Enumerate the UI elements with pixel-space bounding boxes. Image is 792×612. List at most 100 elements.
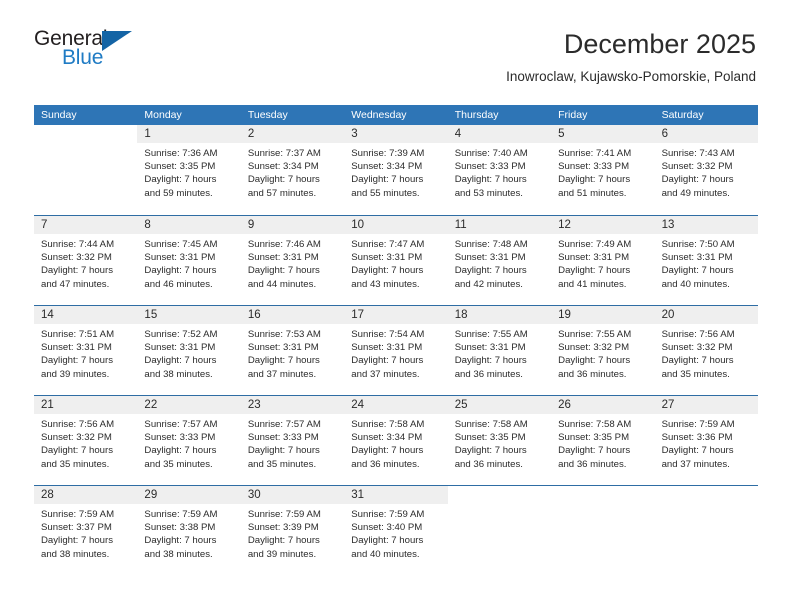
- sunset-time: Sunset: 3:31 PM: [454, 342, 526, 354]
- day-number: 20: [654, 306, 758, 324]
- day-number: 8: [137, 216, 241, 234]
- brand-logo[interactable]: General Blue: [34, 28, 146, 74]
- calendar-day-cell[interactable]: 7 Sunrise: 7:44 AM Sunset: 3:32 PM Daylight…: [34, 216, 138, 305]
- calendar-day-cell[interactable]: 11 Sunrise: 7:48 AM Sunset: 3:31 PM Dayligh…: [447, 216, 552, 305]
- daylight-duration-line1: Daylight: 7 hours: [144, 535, 217, 547]
- day-sun-info: Sunrise: 7:45 AM Sunset: 3:31 PM Daylight:…: [137, 234, 240, 291]
- day-number: 15: [137, 306, 241, 324]
- daylight-duration-line2: and 57 minutes.: [247, 187, 317, 199]
- sunrise-time: Sunrise: 7:56 AM: [661, 329, 735, 340]
- calendar-day-cell[interactable]: 3 Sunrise: 7:39 AM Sunset: 3:34 PM Daylight…: [344, 125, 448, 215]
- calendar-day-cell[interactable]: 13 Sunrise: 7:50 AM Sunset: 3:31 PM Dayligh…: [654, 216, 758, 305]
- day-sun-info: Sunrise: 7:43 AM Sunset: 3:32 PM Daylight:…: [655, 143, 758, 200]
- calendar-week-row: 28 Sunrise: 7:59 AM Sunset: 3:37 PM Dayligh…: [34, 485, 758, 575]
- daylight-duration-line2: and 37 minutes.: [661, 458, 730, 470]
- sunrise-time: Sunrise: 7:41 AM: [558, 148, 632, 159]
- calendar-day-cell[interactable]: 9 Sunrise: 7:46 AM Sunset: 3:31 PM Daylight…: [240, 216, 345, 305]
- sunrise-time: Sunrise: 7:40 AM: [454, 148, 528, 159]
- calendar-day-cell[interactable]: 20 Sunrise: 7:56 AM Sunset: 3:32 PM Dayligh…: [654, 306, 758, 395]
- daylight-duration-line1: Daylight: 7 hours: [454, 265, 527, 277]
- calendar-day-cell[interactable]: 25 Sunrise: 7:58 AM Sunset: 3:35 PM Dayligh…: [447, 396, 552, 485]
- sunset-time: Sunset: 3:34 PM: [247, 161, 319, 173]
- daylight-duration-line1: Daylight: 7 hours: [247, 174, 320, 186]
- calendar-day-cell[interactable]: 24 Sunrise: 7:58 AM Sunset: 3:34 PM Dayligh…: [344, 396, 448, 485]
- calendar-day-cell[interactable]: 22 Sunrise: 7:57 AM Sunset: 3:33 PM Dayligh…: [137, 396, 241, 485]
- day-sun-info: Sunrise: 7:54 AM Sunset: 3:31 PM Daylight:…: [344, 324, 447, 381]
- daylight-duration-line1: Daylight: 7 hours: [558, 265, 631, 277]
- calendar-day-cell[interactable]: 10 Sunrise: 7:47 AM Sunset: 3:31 PM Dayligh…: [344, 216, 448, 305]
- day-number: 4: [447, 125, 552, 143]
- sunrise-time: Sunrise: 7:50 AM: [661, 239, 735, 250]
- daylight-duration-line1: Daylight: 7 hours: [41, 355, 113, 367]
- weekday-header-row: Sunday Monday Tuesday Wednesday Thursday Frid…: [34, 105, 758, 125]
- calendar-day-cell[interactable]: 12 Sunrise: 7:49 AM Sunset: 3:31 PM Dayligh…: [551, 216, 655, 305]
- day-number: 13: [654, 216, 758, 234]
- calendar-day-cell[interactable]: 29 Sunrise: 7:59 AM Sunset: 3:38 PM Dayligh…: [137, 486, 241, 575]
- calendar-day-cell[interactable]: 19 Sunrise: 7:55 AM Sunset: 3:32 PM Dayligh…: [551, 306, 655, 395]
- sunset-time: Sunset: 3:35 PM: [454, 432, 526, 444]
- calendar-day-cell[interactable]: 5 Sunrise: 7:41 AM Sunset: 3:33 PM Daylight…: [551, 125, 655, 215]
- daylight-duration-line1: Daylight: 7 hours: [41, 535, 113, 547]
- day-number: 9: [240, 216, 345, 234]
- day-sun-info: Sunrise: 7:51 AM Sunset: 3:31 PM Daylight:…: [34, 324, 137, 381]
- calendar-day-cell[interactable]: 1 Sunrise: 7:36 AM Sunset: 3:35 PM Daylight…: [137, 125, 241, 215]
- calendar-page: General Blue December 2025 Inowroclaw, K…: [0, 0, 792, 612]
- calendar-day-cell[interactable]: 26 Sunrise: 7:58 AM Sunset: 3:35 PM Dayligh…: [551, 396, 655, 485]
- daylight-duration-line1: Daylight: 7 hours: [351, 535, 424, 547]
- daylight-duration-line2: and 49 minutes.: [661, 187, 730, 199]
- calendar-day-cell[interactable]: 2 Sunrise: 7:37 AM Sunset: 3:34 PM Daylight…: [240, 125, 345, 215]
- calendar-day-cell[interactable]: 16 Sunrise: 7:53 AM Sunset: 3:31 PM Dayligh…: [240, 306, 345, 395]
- calendar-day-cell[interactable]: 17 Sunrise: 7:54 AM Sunset: 3:31 PM Dayligh…: [344, 306, 448, 395]
- calendar-day-cell[interactable]: 4 Sunrise: 7:40 AM Sunset: 3:33 PM Daylight…: [447, 125, 552, 215]
- calendar-day-cell[interactable]: 14 Sunrise: 7:51 AM Sunset: 3:31 PM Dayligh…: [34, 306, 138, 395]
- day-sun-info: Sunrise: 7:59 AM Sunset: 3:36 PM Daylight:…: [655, 414, 758, 471]
- day-sun-info: Sunrise: 7:56 AM Sunset: 3:32 PM Daylight:…: [34, 414, 137, 471]
- daylight-duration-line1: Daylight: 7 hours: [247, 265, 320, 277]
- daylight-duration-line1: Daylight: 7 hours: [454, 355, 527, 367]
- sunset-time: Sunset: 3:32 PM: [41, 252, 112, 264]
- sunset-time: Sunset: 3:31 PM: [454, 252, 526, 264]
- daylight-duration-line2: and 35 minutes.: [41, 458, 110, 470]
- daylight-duration-line2: and 38 minutes.: [41, 548, 110, 560]
- calendar-day-cell[interactable]: 30 Sunrise: 7:59 AM Sunset: 3:39 PM Dayligh…: [240, 486, 345, 575]
- calendar-day-cell[interactable]: 6 Sunrise: 7:43 AM Sunset: 3:32 PM Daylight…: [654, 125, 758, 215]
- day-sun-info: Sunrise: 7:49 AM Sunset: 3:31 PM Daylight:…: [551, 234, 654, 291]
- calendar-day-cell[interactable]: 15 Sunrise: 7:52 AM Sunset: 3:31 PM Dayligh…: [137, 306, 241, 395]
- daylight-duration-line2: and 51 minutes.: [558, 187, 627, 199]
- sunset-time: Sunset: 3:31 PM: [351, 342, 423, 354]
- sunset-time: Sunset: 3:32 PM: [558, 342, 630, 354]
- sunrise-time: Sunrise: 7:36 AM: [144, 148, 218, 159]
- weekday-header-thursday: Thursday: [454, 109, 499, 121]
- day-sun-info: Sunrise: 7:41 AM Sunset: 3:33 PM Daylight:…: [551, 143, 654, 200]
- sunrise-time: Sunrise: 7:58 AM: [454, 419, 528, 430]
- daylight-duration-line1: Daylight: 7 hours: [144, 174, 217, 186]
- sunrise-time: Sunrise: 7:59 AM: [144, 509, 218, 520]
- day-number: [447, 486, 552, 504]
- calendar-day-cell[interactable]: 21 Sunrise: 7:56 AM Sunset: 3:32 PM Dayligh…: [34, 396, 138, 485]
- daylight-duration-line2: and 36 minutes.: [558, 368, 627, 380]
- daylight-duration-line2: and 36 minutes.: [351, 458, 420, 470]
- daylight-duration-line1: Daylight: 7 hours: [661, 355, 734, 367]
- calendar-day-cell[interactable]: 8 Sunrise: 7:45 AM Sunset: 3:31 PM Daylight…: [137, 216, 241, 305]
- sunrise-time: Sunrise: 7:51 AM: [41, 329, 115, 340]
- calendar-day-cell[interactable]: 18 Sunrise: 7:55 AM Sunset: 3:31 PM Dayligh…: [447, 306, 552, 395]
- calendar-day-cell[interactable]: 23 Sunrise: 7:57 AM Sunset: 3:33 PM Dayligh…: [240, 396, 345, 485]
- day-sun-info: Sunrise: 7:46 AM Sunset: 3:31 PM Daylight:…: [241, 234, 344, 291]
- sunrise-time: Sunrise: 7:46 AM: [247, 239, 321, 250]
- day-sun-info: Sunrise: 7:50 AM Sunset: 3:31 PM Daylight:…: [655, 234, 758, 291]
- calendar-week-row: 7 Sunrise: 7:44 AM Sunset: 3:32 PM Daylight…: [34, 215, 758, 305]
- calendar-day-cell[interactable]: 27 Sunrise: 7:59 AM Sunset: 3:36 PM Dayligh…: [654, 396, 758, 485]
- page-header: General Blue December 2025 Inowroclaw, K…: [0, 0, 792, 84]
- sunrise-time: Sunrise: 7:47 AM: [351, 239, 425, 250]
- daylight-duration-line2: and 36 minutes.: [454, 368, 523, 380]
- calendar-day-cell-empty: [34, 125, 138, 215]
- calendar-day-cell[interactable]: 31 Sunrise: 7:59 AM Sunset: 3:40 PM Dayligh…: [344, 486, 448, 575]
- sunset-time: Sunset: 3:32 PM: [41, 432, 112, 444]
- calendar-day-cell[interactable]: 28 Sunrise: 7:59 AM Sunset: 3:37 PM Dayligh…: [34, 486, 138, 575]
- sunrise-time: Sunrise: 7:39 AM: [351, 148, 425, 159]
- day-sun-info: Sunrise: 7:44 AM Sunset: 3:32 PM Daylight:…: [34, 234, 137, 291]
- sunset-time: Sunset: 3:32 PM: [661, 161, 733, 173]
- daylight-duration-line2: and 36 minutes.: [558, 458, 627, 470]
- sunset-time: Sunset: 3:37 PM: [41, 522, 112, 534]
- sunset-time: Sunset: 3:32 PM: [661, 342, 733, 354]
